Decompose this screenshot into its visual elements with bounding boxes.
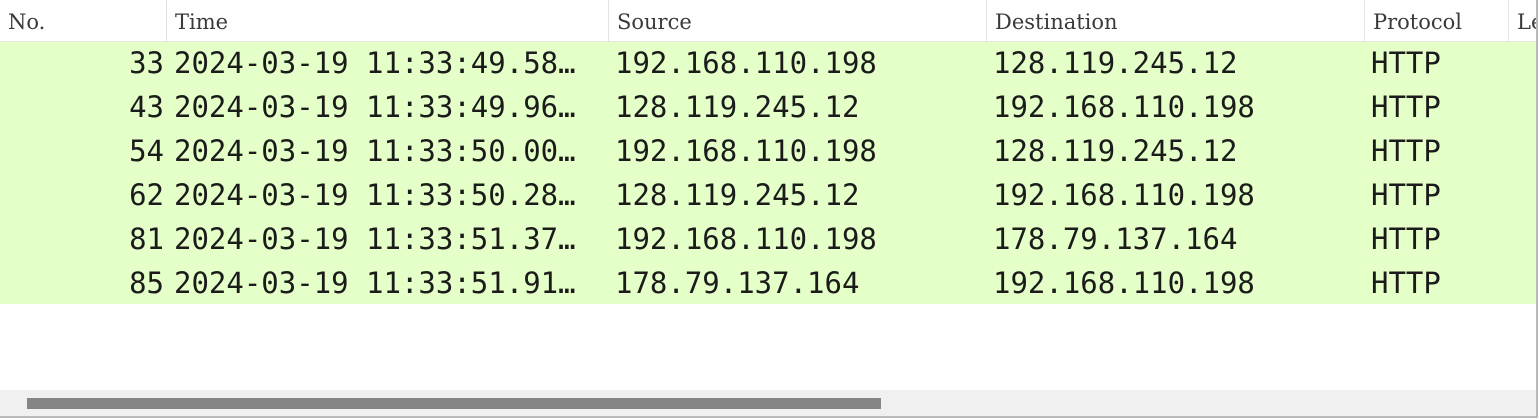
packet-time: 2024-03-19 11:33:49.58… [174,46,576,80]
packet-number: 85 [129,266,164,300]
packet-time: 2024-03-19 11:33:51.91… [174,266,576,300]
packet-list: 33 2024-03-19 11:33:49.58… 192.168.110.1… [0,42,1536,304]
packet-time: 2024-03-19 11:33:51.37… [174,222,576,256]
packet-time: 2024-03-19 11:33:50.00… [174,134,576,168]
horizontal-scrollbar[interactable] [0,390,1536,416]
packet-number: 33 [129,46,164,80]
packet-row[interactable]: 43 2024-03-19 11:33:49.96… 128.119.245.1… [0,86,1536,130]
packet-protocol: HTTP [1371,46,1441,80]
packet-protocol: HTTP [1371,178,1441,212]
packet-source: 192.168.110.198 [615,134,877,168]
packet-source: 128.119.245.12 [615,178,860,212]
column-header-no[interactable]: No. [0,0,167,42]
packet-protocol: HTTP [1371,222,1441,256]
packet-list-pane: No. Time Source Destination Protocol Le … [0,0,1538,418]
packet-destination: 178.79.137.164 [993,222,1238,256]
packet-row[interactable]: 62 2024-03-19 11:33:50.28… 128.119.245.1… [0,174,1536,218]
packet-destination: 128.119.245.12 [993,46,1238,80]
packet-time: 2024-03-19 11:33:49.96… [174,90,576,124]
column-header-bar: No. Time Source Destination Protocol Le [0,0,1536,42]
packet-row[interactable]: 54 2024-03-19 11:33:50.00… 192.168.110.1… [0,130,1536,174]
packet-destination: 192.168.110.198 [993,178,1255,212]
packet-number: 54 [129,134,164,168]
packet-destination: 192.168.110.198 [993,266,1255,300]
packet-source: 192.168.110.198 [615,46,877,80]
packet-number: 62 [129,178,164,212]
packet-protocol: HTTP [1371,90,1441,124]
packet-source: 128.119.245.12 [615,90,860,124]
packet-source: 192.168.110.198 [615,222,877,256]
column-header-destination[interactable]: Destination [987,0,1365,42]
column-header-time[interactable]: Time [167,0,609,42]
column-header-length[interactable]: Le [1509,0,1536,42]
horizontal-scrollbar-thumb[interactable] [27,398,881,409]
column-header-protocol[interactable]: Protocol [1365,0,1509,42]
packet-destination: 192.168.110.198 [993,90,1255,124]
packet-row[interactable]: 81 2024-03-19 11:33:51.37… 192.168.110.1… [0,218,1536,262]
packet-source: 178.79.137.164 [615,266,860,300]
packet-protocol: HTTP [1371,266,1441,300]
packet-number: 43 [129,90,164,124]
column-header-source[interactable]: Source [609,0,987,42]
packet-number: 81 [129,222,164,256]
packet-destination: 128.119.245.12 [993,134,1238,168]
packet-time: 2024-03-19 11:33:50.28… [174,178,576,212]
packet-row[interactable]: 33 2024-03-19 11:33:49.58… 192.168.110.1… [0,42,1536,86]
packet-row[interactable]: 85 2024-03-19 11:33:51.91… 178.79.137.16… [0,262,1536,304]
packet-protocol: HTTP [1371,134,1441,168]
